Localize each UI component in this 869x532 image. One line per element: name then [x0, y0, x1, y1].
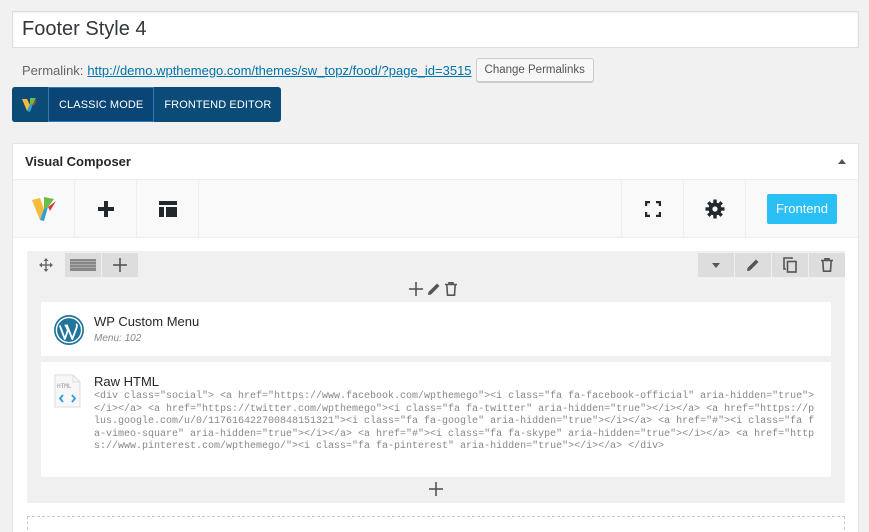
html-file-icon: HTML: [53, 374, 83, 413]
clone-row-icon[interactable]: [772, 253, 808, 277]
settings-gear-button[interactable]: [683, 180, 745, 237]
row-container: WP Custom Menu Menu: 102 HTML Raw HTML <…: [27, 251, 845, 503]
row-toggle-icon[interactable]: [698, 253, 734, 277]
add-element-button[interactable]: [75, 180, 137, 237]
delete-column-trash-icon[interactable]: [445, 282, 457, 301]
vc-logo-icon: [13, 180, 75, 237]
html-icon-label: HTML: [57, 383, 72, 390]
add-column-icon[interactable]: [101, 253, 138, 277]
raw-html-code: <div class="social"> <a href="https://ww…: [94, 391, 815, 453]
visual-composer-panel: Visual Composer Frontend WP Custom Menu …: [12, 143, 859, 532]
composer-mode-bar: CLASSIC MODE FRONTEND EDITOR: [12, 87, 282, 122]
add-element-plus-icon[interactable]: [409, 282, 423, 301]
edit-column-pencil-icon[interactable]: [427, 282, 441, 301]
post-title-input[interactable]: [12, 11, 859, 48]
element-wp-custom-menu[interactable]: WP Custom Menu Menu: 102: [41, 302, 831, 356]
panel-header[interactable]: Visual Composer: [13, 144, 858, 180]
panel-title: Visual Composer: [25, 154, 131, 169]
classic-mode-button[interactable]: CLASSIC MODE: [48, 87, 155, 122]
vc-logo-icon: [12, 87, 48, 122]
permalink-link[interactable]: http://demo.wpthemego.com/themes/sw_topz…: [87, 63, 471, 78]
change-permalinks-button[interactable]: Change Permalinks: [475, 58, 594, 82]
element-subtitle: Menu: 102: [94, 333, 142, 344]
frontend-button-cell: Frontend: [745, 180, 858, 237]
element-title: WP Custom Menu: [94, 314, 200, 329]
element-raw-html[interactable]: HTML Raw HTML <div class="social"> <a hr…: [41, 362, 831, 477]
element-title: Raw HTML: [94, 374, 160, 389]
delete-row-trash-icon[interactable]: [809, 253, 845, 277]
row-controls-left: [27, 253, 138, 277]
add-element-bottom-plus-icon[interactable]: [429, 482, 443, 501]
collapse-caret-icon[interactable]: [838, 159, 846, 164]
add-row-dropzone[interactable]: [27, 516, 845, 532]
permalink-row: Permalink: http://demo.wpthemego.com/the…: [22, 57, 594, 83]
row-layout-icon[interactable]: [64, 253, 101, 277]
column-controls: [409, 282, 457, 301]
move-icon[interactable]: [27, 253, 64, 277]
row-controls-right: [697, 253, 845, 277]
vc-toolbar: Frontend: [13, 180, 858, 238]
fullscreen-button[interactable]: [621, 180, 683, 237]
templates-button[interactable]: [137, 180, 199, 237]
edit-row-pencil-icon[interactable]: [735, 253, 771, 277]
wordpress-logo-icon: [53, 314, 85, 351]
frontend-editor-button[interactable]: FRONTEND EDITOR: [154, 87, 281, 122]
permalink-label: Permalink:: [22, 62, 84, 78]
frontend-button[interactable]: Frontend: [767, 193, 837, 224]
